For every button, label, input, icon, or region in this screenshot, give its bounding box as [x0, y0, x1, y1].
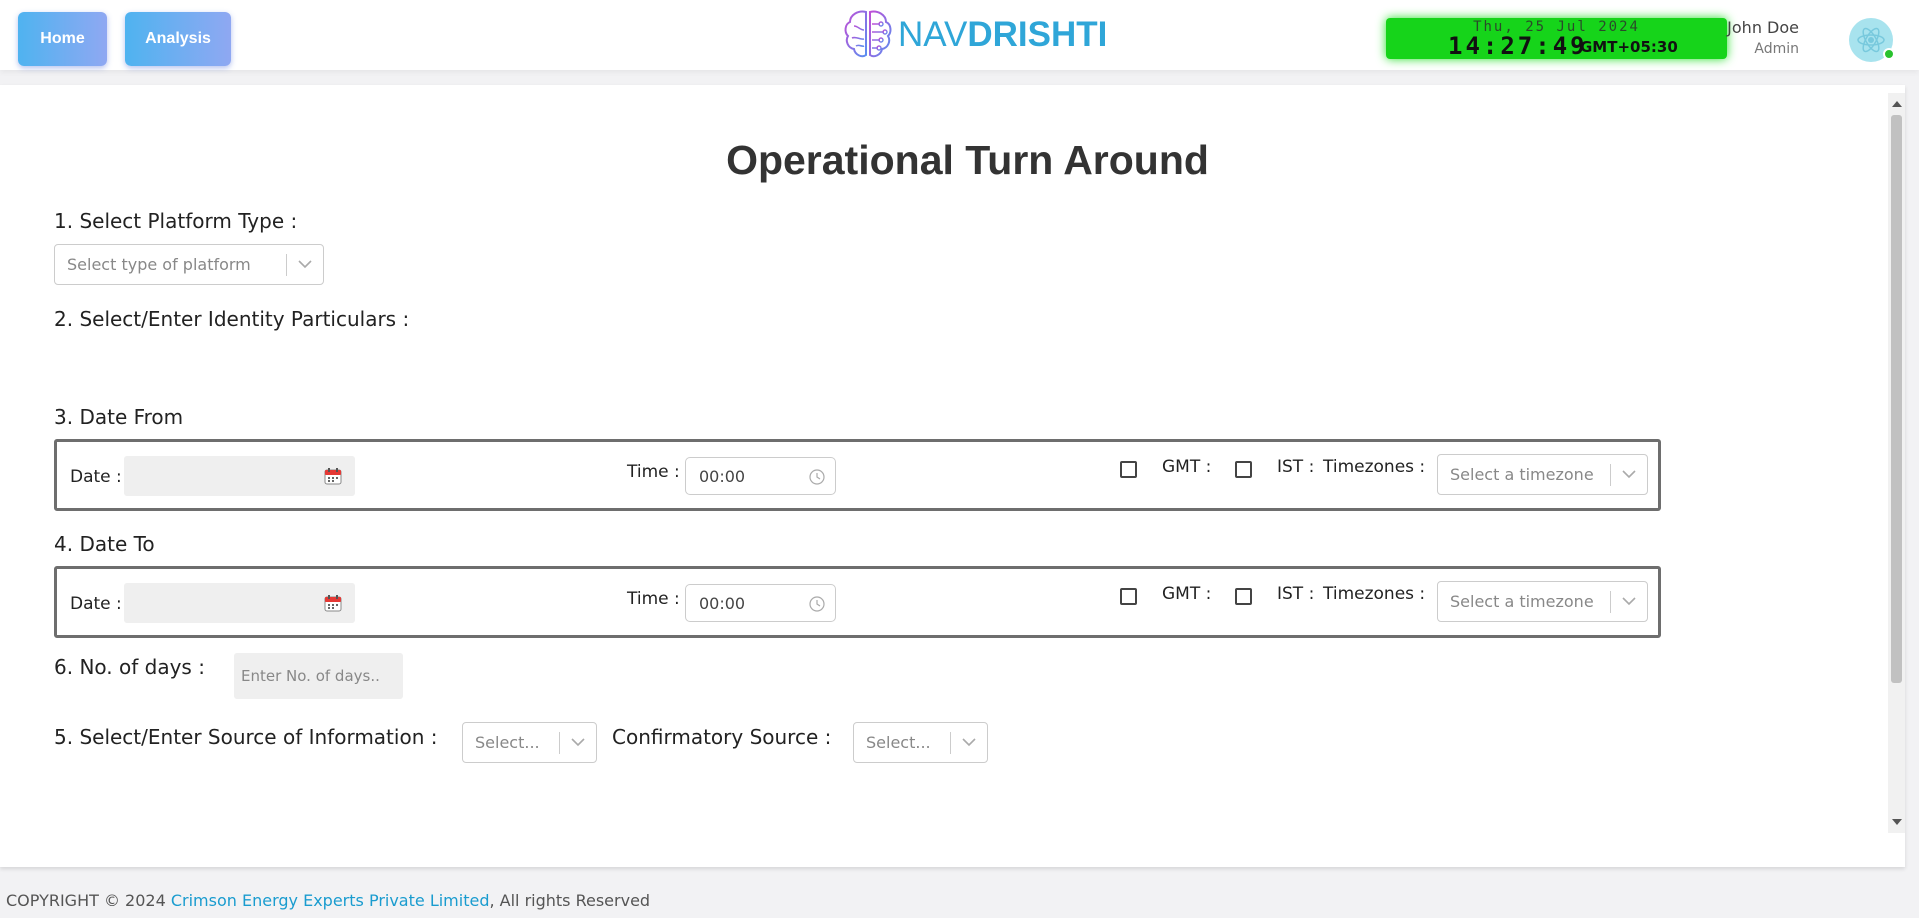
- scroll-up-arrow-icon[interactable]: [1892, 101, 1902, 107]
- chevron-down-icon[interactable]: [1611, 470, 1647, 479]
- date-from-gmt-checkbox[interactable]: [1120, 461, 1137, 478]
- brain-logo-icon: [844, 10, 892, 58]
- date-from-timezone-select[interactable]: Select a timezone: [1437, 454, 1648, 495]
- clock-icon: [809, 469, 825, 485]
- clock-timezone: GMT+05:30: [1580, 38, 1678, 56]
- page-title: Operational Turn Around: [726, 137, 1209, 183]
- date-to-ist-label: IST :: [1277, 584, 1315, 604]
- platform-type-label: 1. Select Platform Type :: [54, 209, 298, 233]
- user-info: John Doe Admin: [1727, 18, 1799, 57]
- no-of-days-placeholder: Enter No. of days..: [241, 667, 380, 685]
- date-to-gmt-checkbox[interactable]: [1120, 588, 1137, 605]
- clock-time: 14:27:49: [1448, 32, 1588, 60]
- scroll-down-arrow-icon[interactable]: [1892, 819, 1902, 825]
- chevron-down-icon[interactable]: [287, 260, 323, 269]
- calendar-icon[interactable]: [324, 594, 342, 612]
- clock-widget: Thu, 25 Jul 2024 14:27:49 GMT+05:30: [1386, 18, 1727, 60]
- user-avatar[interactable]: [1849, 18, 1895, 62]
- logo-part-drishti: DRISHTI: [967, 15, 1108, 54]
- date-from-date-input[interactable]: [124, 456, 355, 496]
- no-of-days-input[interactable]: Enter No. of days..: [234, 653, 403, 699]
- date-to-time-input[interactable]: 00:00: [685, 584, 836, 622]
- footer-prefix: COPYRIGHT © 2024: [6, 891, 171, 910]
- chevron-down-icon[interactable]: [951, 738, 987, 747]
- footer-copyright: COPYRIGHT © 2024 Crimson Energy Experts …: [6, 891, 650, 910]
- date-to-row: Date : Time : 00:00 GMT : IST : Timezone…: [54, 566, 1661, 638]
- source-of-information-label: 5. Select/Enter Source of Information :: [54, 725, 438, 749]
- user-avatar-icon: [1857, 27, 1885, 53]
- date-to-time-value: 00:00: [699, 594, 746, 613]
- date-from-label: 3. Date From: [54, 405, 184, 429]
- scrollbar[interactable]: [1888, 93, 1905, 833]
- date-from-time-label: Time :: [627, 462, 680, 482]
- identity-particulars-label: 2. Select/Enter Identity Particulars :: [54, 307, 410, 331]
- date-from-gmt-label: GMT :: [1162, 457, 1212, 477]
- date-to-label: 4. Date To: [54, 532, 155, 556]
- date-to-timezone-select[interactable]: Select a timezone: [1437, 581, 1648, 622]
- date-to-timezone-placeholder: Select a timezone: [1450, 592, 1594, 611]
- confirmatory-source-select[interactable]: Select...: [853, 722, 988, 763]
- user-name: John Doe: [1727, 18, 1799, 37]
- date-to-gmt-label: GMT :: [1162, 584, 1212, 604]
- date-to-date-input[interactable]: [124, 583, 355, 623]
- no-of-days-label: 6. No. of days :: [54, 655, 205, 679]
- date-to-ist-checkbox[interactable]: [1235, 588, 1252, 605]
- app-logo[interactable]: NAVDRISHTI: [842, 6, 1107, 64]
- home-button[interactable]: Home: [18, 12, 107, 66]
- chevron-down-icon[interactable]: [1611, 597, 1647, 606]
- footer-suffix: , All rights Reserved: [489, 891, 651, 910]
- date-to-time-label: Time :: [627, 589, 680, 609]
- date-from-date-label: Date :: [70, 467, 122, 487]
- scrollbar-thumb[interactable]: [1891, 115, 1902, 683]
- platform-type-select[interactable]: Select type of platform: [54, 244, 324, 285]
- platform-type-placeholder: Select type of platform: [67, 255, 251, 274]
- calendar-icon[interactable]: [324, 467, 342, 485]
- confirmatory-source-placeholder: Select...: [866, 733, 931, 752]
- source-placeholder: Select...: [475, 733, 540, 752]
- user-role: Admin: [1754, 41, 1799, 57]
- analysis-button[interactable]: Analysis: [125, 12, 231, 66]
- main-panel: Operational Turn Around 1. Select Platfo…: [0, 85, 1905, 867]
- date-to-timezones-label: Timezones :: [1323, 584, 1426, 604]
- top-header: Home Analysis NAVDRISHTI Thu, 25 Jul 202…: [0, 0, 1919, 70]
- logo-wordmark: NAVDRISHTI: [898, 15, 1107, 55]
- date-from-timezone-placeholder: Select a timezone: [1450, 465, 1594, 484]
- date-from-timezones-label: Timezones :: [1323, 457, 1426, 477]
- chevron-down-icon[interactable]: [560, 738, 596, 747]
- source-of-information-select[interactable]: Select...: [462, 722, 597, 763]
- date-from-time-value: 00:00: [699, 467, 746, 486]
- footer-company-link[interactable]: Crimson Energy Experts Private Limited: [171, 891, 490, 910]
- date-from-ist-checkbox[interactable]: [1235, 461, 1252, 478]
- confirmatory-source-label: Confirmatory Source :: [612, 725, 832, 749]
- date-from-time-input[interactable]: 00:00: [685, 457, 836, 495]
- clock-icon: [809, 596, 825, 612]
- logo-part-nav: NAV: [898, 15, 968, 54]
- date-from-row: Date : Time : 00:00 GMT : IST : Timezone…: [54, 439, 1661, 511]
- date-to-date-label: Date :: [70, 594, 122, 614]
- date-from-ist-label: IST :: [1277, 457, 1315, 477]
- online-status-dot: [1883, 48, 1895, 60]
